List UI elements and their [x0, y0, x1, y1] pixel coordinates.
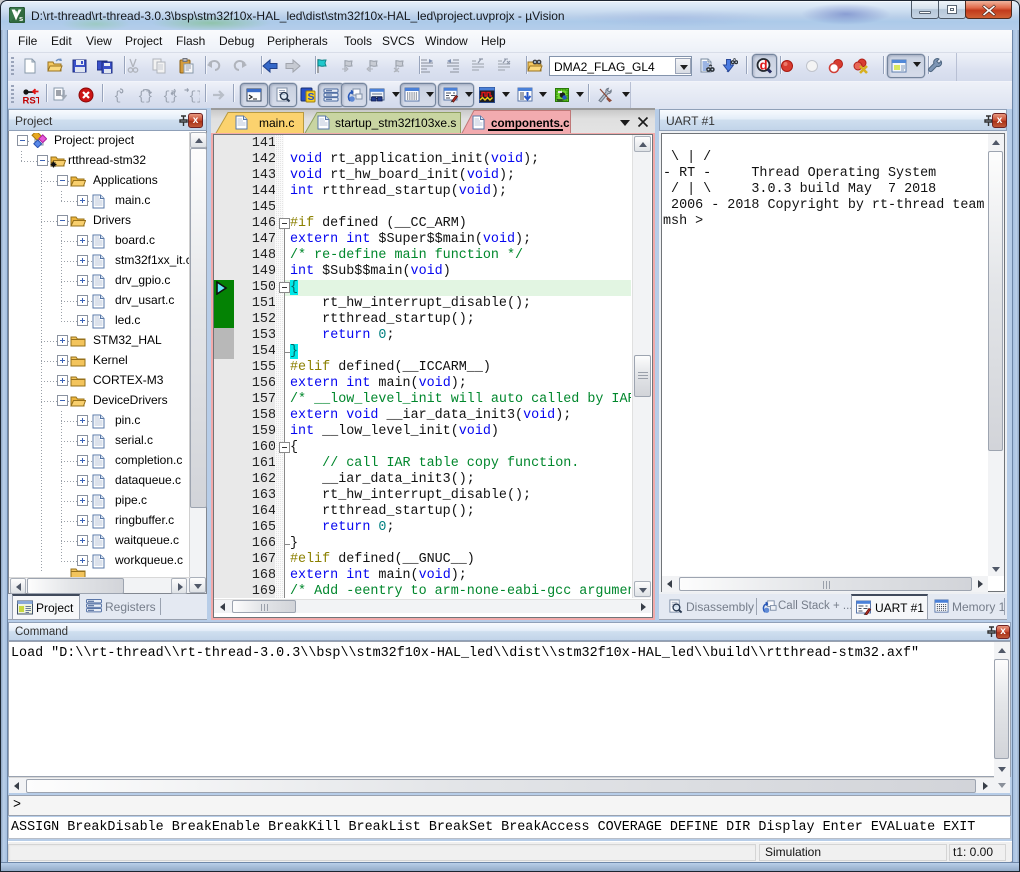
svg-text:s: s — [19, 14, 23, 23]
svg-text:RST: RST — [23, 96, 39, 105]
svg-text:{}: {} — [189, 89, 201, 103]
svg-text:S: S — [308, 91, 315, 103]
svg-text:{ }: { } — [114, 89, 130, 103]
svg-text:d: d — [760, 58, 768, 73]
svg-text:{}: {} — [138, 89, 154, 103]
